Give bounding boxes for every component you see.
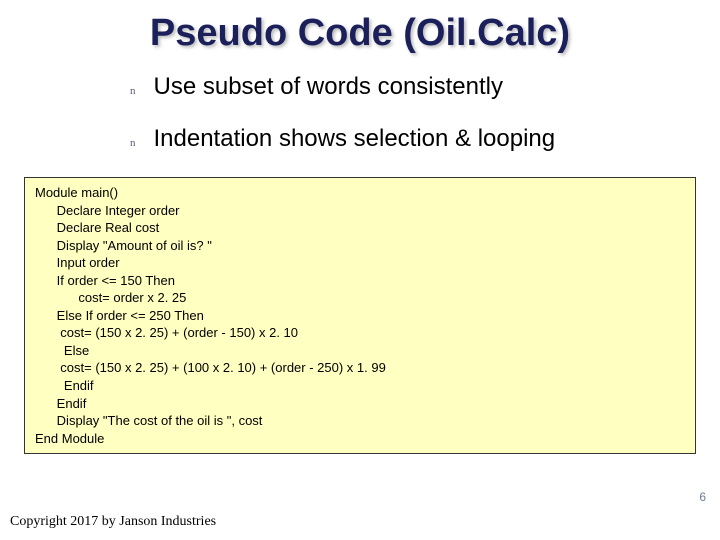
bullet-item: n Indentation shows selection & looping [130, 125, 720, 153]
bullet-marker: n [130, 137, 136, 149]
bullet-text: Use subset of words consistently [154, 73, 504, 101]
bullet-list: n Use subset of words consistently n Ind… [130, 73, 720, 153]
slide-title: Pseudo Code (Oil.Calc) [0, 0, 720, 55]
page-number: 6 [699, 490, 706, 504]
code-box: Module main() Declare Integer order Decl… [24, 177, 696, 454]
bullet-item: n Use subset of words consistently [130, 73, 720, 101]
copyright-notice: Copyright 2017 by Janson Industries [10, 514, 216, 530]
bullet-marker: n [130, 85, 136, 97]
bullet-text: Indentation shows selection & looping [154, 125, 556, 153]
